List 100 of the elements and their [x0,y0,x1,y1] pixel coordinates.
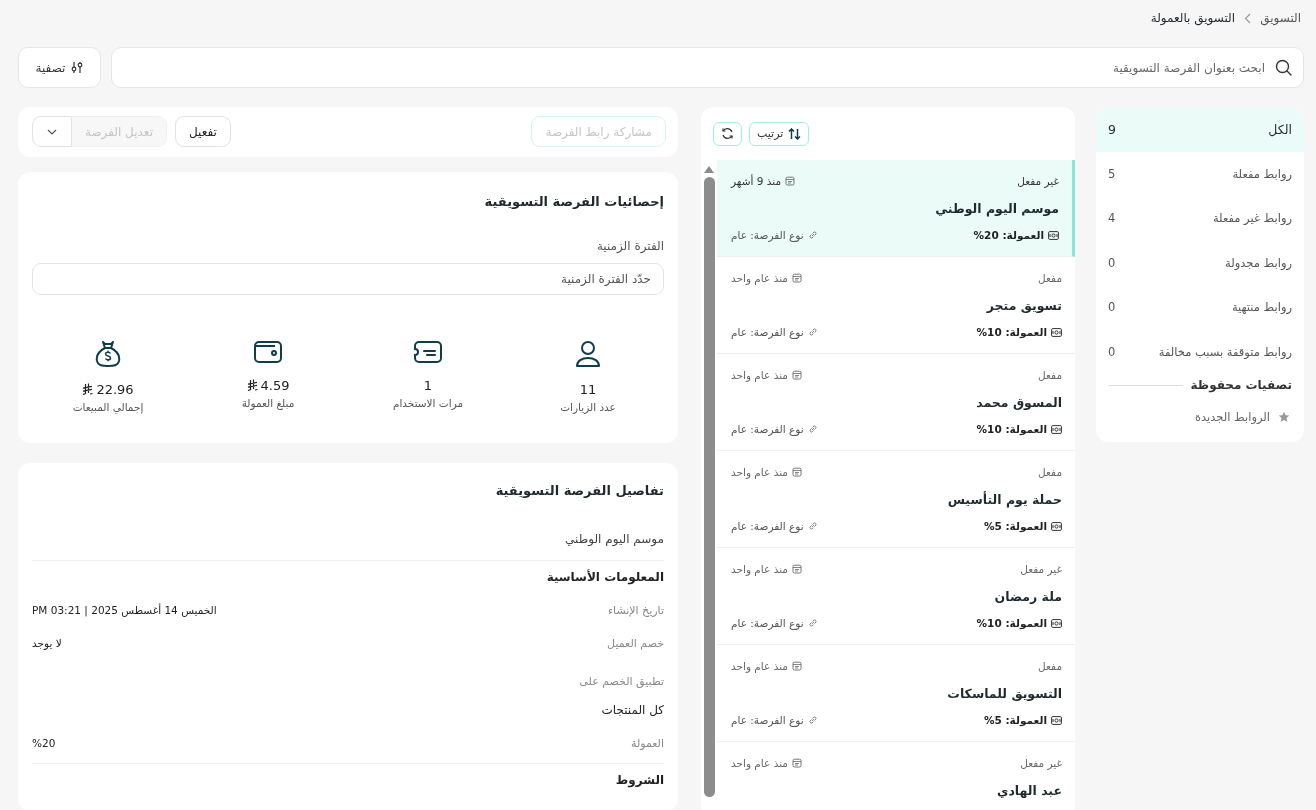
riyal-icon [246,379,258,392]
calendar-icon [785,176,796,186]
link-icon [807,715,818,725]
stat-label: مرات الاستخدام [392,396,464,409]
calendar-icon [791,370,802,380]
detail-value: كل المنتجات [600,702,664,717]
commission-text: العمولة: 10% [976,617,1047,629]
refresh-button[interactable] [713,121,742,146]
sort-button[interactable]: ترتيب [749,121,810,146]
opportunity-item[interactable]: مفعل منذ عام واحد المسوق محمد العمولة: 10% نوع الفرصة: عام [717,354,1075,451]
opportunity-title: عبد الهادي [997,782,1062,798]
type-text: نوع الفرصة: عام [731,617,804,629]
time-text: منذ عام واحد [731,757,788,769]
type-text: نوع الفرصة: عام [731,520,804,532]
detail-value: %20 [32,737,56,750]
link-icon [807,618,818,628]
type-text: نوع الفرصة: عام [731,714,804,726]
section-heading: الشروط [614,772,664,787]
time-text: منذ عام واحد [731,466,788,478]
opportunity-item[interactable]: مفعل منذ عام واحد تسويق متجر العمولة: 10% نوع الفرصة: عام [717,257,1075,354]
detail-label: العمولة [631,736,664,750]
card-title: تفاصيل الفرصة التسويقية [494,482,664,498]
date-range-field[interactable]: حدّد الفترة الزمنية [32,262,664,295]
money-bag-icon [95,339,121,368]
commission-text: العمولة: 5% [983,520,1047,532]
stat-value: 4.59 [260,377,290,393]
cash-icon [1051,521,1062,531]
detail-value: الخميس 14 أغسطس 2025 | 03:21 PM [32,604,217,617]
commission-text: العمولة: 5% [983,714,1047,726]
detail-label: خصم العميل [607,636,664,650]
calendar-icon [791,661,802,671]
wallet-icon [254,339,282,364]
stat-label: مبلغ العمولة [241,396,295,409]
saved-filter[interactable]: الروابط الجديدة [1096,398,1304,436]
refresh-icon [721,127,734,140]
commission-text: العمولة: 20% [973,229,1044,241]
type-text: نوع الفرصة: عام [731,229,804,241]
field-label: الفترة الزمنية [595,238,664,253]
sort-icon [788,127,802,140]
link-icon [807,230,818,240]
sliders-icon [71,61,84,74]
opportunity-item[interactable]: غير مفعل منذ عام واحد ملة رمضان العمولة: 10% نوع الفرصة: عام [717,548,1075,645]
opportunity-title: ملة رمضان [994,588,1062,604]
chevron-icon [1244,12,1252,24]
opportunity-item[interactable]: غير مفعل منذ 9 أشهر موسم اليوم الوطني العمولة: 20% نوع الفرصة: عام [717,160,1075,257]
time-text: منذ عام واحد [731,272,788,284]
status-text: مفعل [1038,466,1062,478]
stat-value: 1 [423,377,433,393]
opportunity-title: المسوق محمد [976,394,1062,410]
scroll-up-button[interactable] [703,165,715,174]
status-text: مفعل [1038,369,1062,381]
cash-icon [1051,424,1062,434]
stat-value: 22.96 [96,381,134,397]
section-heading: تصفيات محفوظة [1190,378,1292,392]
scrollbar-thumb[interactable] [703,177,715,797]
time-text: منذ عام واحد [731,563,788,575]
search-icon [1275,59,1292,76]
link-icon [807,327,818,337]
status-text: غير مفعل [1020,757,1062,769]
status-text: غير مفعل [1020,563,1062,575]
ticket-icon [414,339,442,364]
stat-label: عدد الزيارات [560,400,616,413]
breadcrumb-link[interactable]: التسويق [1260,11,1301,25]
commission-text: العمولة: 10% [976,326,1047,338]
opportunity-item[interactable]: مفعل منذ عام واحد التسويق للماسكات العمولة: 5% نوع الفرصة: عام [717,645,1075,742]
opportunity-title: تسويق متجر [986,297,1062,313]
cash-icon [1051,715,1062,725]
status-text: مفعل [1038,272,1062,284]
opportunity-item[interactable]: مفعل منذ عام واحد حملة يوم التأسيس العمولة: 5% نوع الفرصة: عام [717,451,1075,548]
user-icon [575,339,601,368]
search-field[interactable]: ابحث بعنوان الفرصة التسويقية [111,47,1304,88]
card-title: إحصائيات الفرصة التسويقية [483,193,664,209]
link-icon [807,521,818,531]
cash-icon [1051,618,1062,628]
detail-label: تطبيق الخصم على [579,674,664,688]
detail-value: لا يوجد [32,637,62,650]
calendar-icon [791,758,802,768]
star-icon [1278,411,1290,423]
commission-text: العمولة: 10% [976,423,1047,435]
type-text: نوع الفرصة: عام [731,423,804,435]
breadcrumb-current: التسويق بالعمولة [1150,11,1236,25]
stat-value: 11 [579,381,597,397]
calendar-icon [791,273,802,283]
opportunity-title: التسويق للماسكات [947,685,1062,701]
calendar-icon [791,564,802,574]
status-text: مفعل [1038,660,1062,672]
riyal-icon [82,383,94,396]
stat-label: إجمالي المبيعات [72,400,144,413]
cash-icon [1048,230,1059,240]
caret-icon [47,128,57,135]
filter-button[interactable]: تصفية [18,47,101,88]
opportunity-title: موسم اليوم الوطني [935,200,1059,216]
opportunity-title: حملة يوم التأسيس [947,491,1062,507]
section-heading: المعلومات الأساسية [545,569,664,584]
time-text: منذ 9 أشهر [731,175,782,187]
activate-button[interactable]: تفعيل [175,116,231,148]
time-text: منذ عام واحد [731,660,788,672]
time-text: منذ عام واحد [731,369,788,381]
status-text: غير مفعل [1017,175,1059,187]
opportunity-item[interactable]: غير مفعل منذ عام واحد عبد الهادي [717,742,1075,810]
